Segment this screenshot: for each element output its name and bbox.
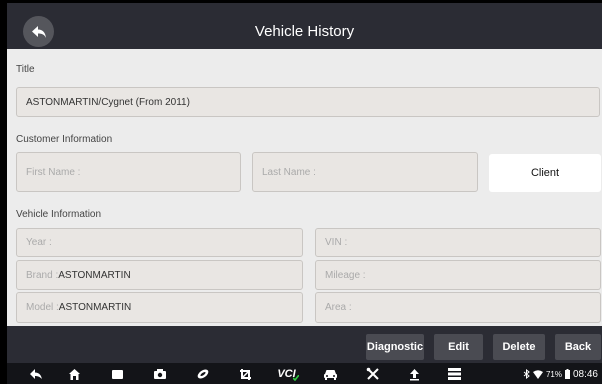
browser-icon[interactable] xyxy=(195,366,211,382)
vin-label: VIN : xyxy=(325,237,348,248)
model-label: Model : xyxy=(26,302,59,313)
brand-field[interactable]: Brand : ASTONMARTIN xyxy=(16,260,303,290)
client-button[interactable]: Client xyxy=(489,154,601,192)
app-screen: Vehicle History Title ASTONMARTIN/Cygnet… xyxy=(7,3,602,384)
tools-icon[interactable] xyxy=(365,366,381,382)
action-bar: Diagnostic Edit Delete Back xyxy=(7,326,602,363)
delete-button[interactable]: Delete xyxy=(493,334,545,360)
model-field[interactable]: Model : ASTONMARTIN xyxy=(16,292,303,323)
page-title: Vehicle History xyxy=(254,23,355,40)
recent-apps-icon[interactable] xyxy=(109,366,125,382)
vin-field[interactable]: VIN : xyxy=(315,228,601,257)
upload-icon[interactable] xyxy=(407,366,421,382)
brand-value: ASTONMARTIN xyxy=(58,269,131,281)
area-field[interactable]: Area : xyxy=(315,292,601,323)
menu-icon[interactable] xyxy=(446,366,462,382)
edit-button[interactable]: Edit xyxy=(434,334,483,360)
battery-percent: 71% xyxy=(545,369,562,379)
vehicle-section-label: Vehicle Information xyxy=(16,209,102,220)
year-field[interactable]: Year : xyxy=(16,228,303,257)
battery-icon xyxy=(564,369,570,379)
area-label: Area : xyxy=(325,302,352,313)
title-field[interactable]: ASTONMARTIN/Cygnet (From 2011) xyxy=(16,87,600,117)
mileage-label: Mileage : xyxy=(325,269,366,281)
car-icon[interactable] xyxy=(322,366,339,382)
last-name-label: Last Name : xyxy=(262,166,316,178)
diagnostic-button[interactable]: Diagnostic xyxy=(366,334,424,360)
bluetooth-icon xyxy=(523,369,530,379)
device-frame: Vehicle History Title ASTONMARTIN/Cygnet… xyxy=(0,0,602,384)
wifi-icon xyxy=(532,369,543,379)
status-area: 71% 08:46 xyxy=(523,366,598,382)
back-arrow-icon[interactable] xyxy=(27,366,45,382)
home-icon[interactable] xyxy=(66,366,82,382)
year-label: Year : xyxy=(26,237,52,248)
brand-label: Brand : xyxy=(26,269,59,281)
first-name-label: First Name : xyxy=(26,166,81,178)
customer-section-label: Customer Information xyxy=(16,134,113,145)
first-name-field[interactable]: First Name : xyxy=(16,152,241,192)
clock: 08:46 xyxy=(572,368,598,380)
system-nav-bar: VCI 71% 08:46 xyxy=(7,363,602,384)
model-value: ASTONMARTIN xyxy=(58,302,132,313)
crop-icon[interactable] xyxy=(237,366,253,382)
header-bar: Vehicle History xyxy=(7,3,602,49)
camera-icon[interactable] xyxy=(152,366,168,382)
mileage-field[interactable]: Mileage : xyxy=(315,260,601,290)
title-value: ASTONMARTIN/Cygnet (From 2011) xyxy=(26,96,190,108)
vci-icon[interactable]: VCI xyxy=(277,366,299,382)
back-button-bottom[interactable]: Back xyxy=(555,334,601,360)
title-section-label: Title xyxy=(16,64,35,75)
last-name-field[interactable]: Last Name : xyxy=(252,152,478,192)
